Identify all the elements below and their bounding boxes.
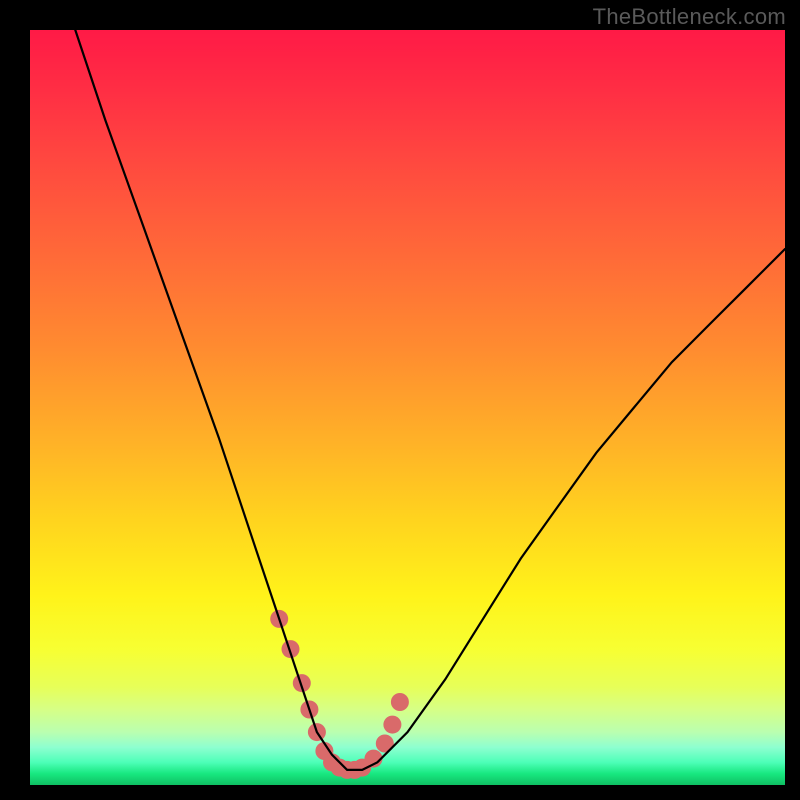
marker-dot: [383, 716, 401, 734]
plot-area: [30, 30, 785, 785]
chart-frame: TheBottleneck.com: [0, 0, 800, 800]
marker-dot: [391, 693, 409, 711]
curve-layer: [30, 30, 785, 785]
bottleneck-curve: [75, 30, 785, 770]
watermark-text: TheBottleneck.com: [593, 4, 786, 30]
highlight-markers: [270, 610, 409, 779]
